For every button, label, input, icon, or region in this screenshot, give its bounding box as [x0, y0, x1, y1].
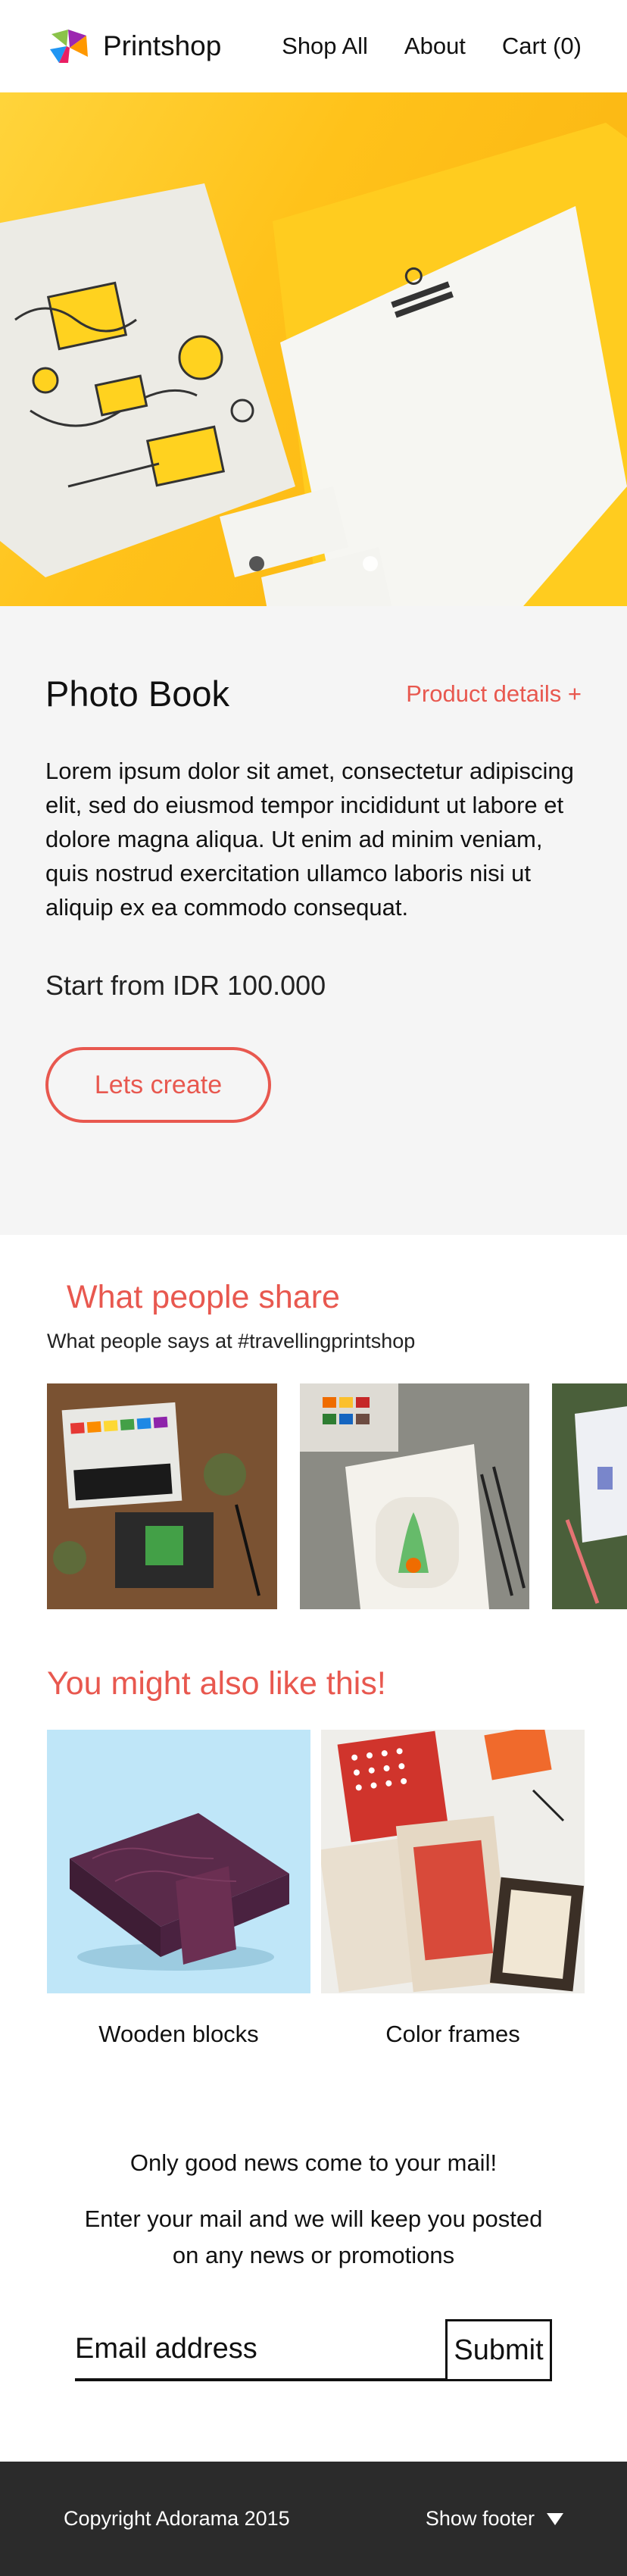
email-field[interactable]	[75, 2319, 445, 2381]
product-image-color-frames[interactable]	[321, 1730, 585, 1993]
product-image-wooden-blocks[interactable]	[47, 1730, 310, 1993]
hero-carousel[interactable]	[0, 92, 627, 606]
product-label-color-frames[interactable]: Color frames	[321, 2021, 585, 2048]
share-photo-1[interactable]	[47, 1383, 277, 1609]
show-footer-toggle[interactable]: Show footer	[426, 2507, 563, 2531]
brand[interactable]: Printshop	[45, 27, 221, 66]
share-section: What people share What people says at #t…	[0, 1235, 627, 1609]
show-footer-label[interactable]: Show footer	[426, 2507, 535, 2531]
newsletter-text: Enter your mail and we will keep you pos…	[84, 2206, 543, 2268]
site-header: Printshop Shop All About Cart (0)	[0, 0, 627, 92]
product-details-link[interactable]: Product details +	[406, 680, 582, 708]
share-photo-3[interactable]	[552, 1383, 627, 1609]
share-subtitle: What people says at #travellingprintshop	[47, 1330, 416, 1352]
product-title: Photo Book	[45, 674, 230, 714]
product-card-wooden-blocks[interactable]: Wooden blocks	[47, 1730, 310, 2048]
product-price: Start from IDR 100.000	[45, 970, 326, 1001]
site-footer: Copyright Adorama 2015 Show footer	[0, 2462, 627, 2576]
recommendations-section: You might also like this! Wooden blocks	[0, 1665, 627, 2048]
product-description: Lorem ipsum dolor sit amet, consectetur …	[45, 758, 574, 921]
share-photo-2[interactable]	[299, 1383, 530, 1609]
newsletter-form: Submit	[75, 2319, 552, 2381]
product-section: Photo Book Product details + Lorem ipsum…	[0, 606, 627, 1235]
newsletter-section: Only good news come to your mail! Enter …	[0, 2149, 627, 2381]
brand-name: Printshop	[103, 30, 222, 61]
nav-about[interactable]: About	[404, 33, 466, 60]
copyright-text: Copyright Adorama 2015	[64, 2507, 290, 2530]
carousel-dot-2[interactable]	[363, 556, 378, 571]
carousel-dot-1[interactable]	[249, 556, 264, 571]
main-nav: Shop All About Cart (0)	[282, 33, 582, 60]
product-label-wooden-blocks[interactable]: Wooden blocks	[47, 2021, 310, 2048]
nav-shop-all[interactable]: Shop All	[282, 33, 368, 60]
share-gallery[interactable]	[47, 1383, 627, 1609]
carousel-dots	[0, 556, 627, 571]
caret-down-icon[interactable]	[547, 2512, 563, 2525]
printshop-logo-icon	[50, 30, 88, 63]
hero-image	[0, 123, 627, 606]
lets-create-button[interactable]: Lets create	[45, 1047, 271, 1123]
share-title: What people share	[67, 1279, 340, 1315]
product-card-color-frames[interactable]: Color frames	[321, 1730, 585, 2048]
nav-cart[interactable]: Cart (0)	[502, 33, 582, 60]
submit-button[interactable]: Submit	[445, 2319, 552, 2381]
newsletter-title: Only good news come to your mail!	[129, 2149, 498, 2176]
recommendations-title: You might also like this!	[47, 1665, 386, 1702]
